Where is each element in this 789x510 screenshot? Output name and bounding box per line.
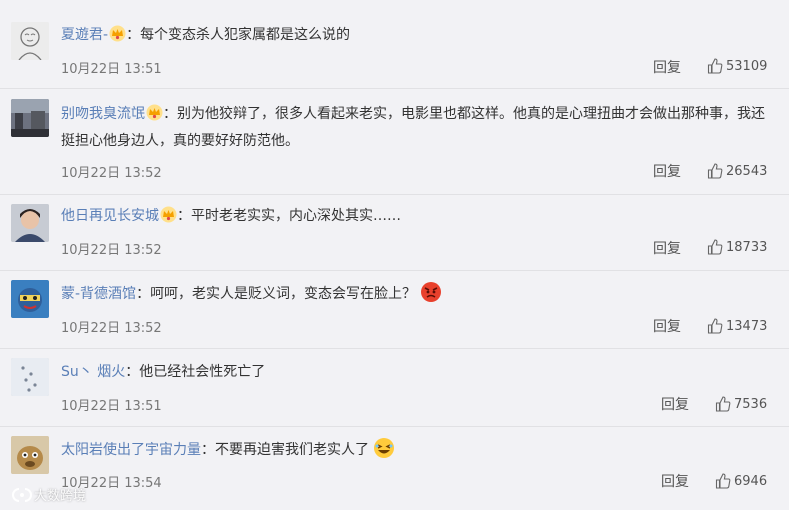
- watermark: 大数跨境: [10, 485, 86, 504]
- like-button[interactable]: 6946: [715, 473, 767, 489]
- crown-badge-icon: [109, 25, 126, 42]
- comment-text: 太阳岩使出了宇宙力量：不要再迫害我们老实人了: [61, 437, 769, 464]
- comment-item: Su丶 烟火：他已经社会性死亡了 10月22日 13:51 回复 7536: [0, 348, 789, 427]
- timestamp: 10月22日 13:51: [61, 62, 162, 77]
- username-link[interactable]: 别吻我臭流氓: [61, 106, 145, 122]
- comment-text: 夏遊君- ：每个变态杀人犯家属都是这么说的: [61, 25, 351, 43]
- crown-badge-icon: [160, 206, 177, 223]
- username-link[interactable]: 蒙-背德酒馆: [61, 286, 136, 302]
- avatar[interactable]: [11, 22, 49, 60]
- like-count: 6946: [734, 473, 768, 489]
- like-button[interactable]: 26543: [707, 163, 767, 179]
- watermark-logo-icon: [12, 487, 32, 502]
- comment-body: 平时老老实实，内心深处其实……: [191, 208, 401, 224]
- crown-badge-icon: [146, 104, 163, 121]
- comment-text: Su丶 烟火：他已经社会性死亡了: [61, 364, 266, 380]
- thumbs-up-icon: [707, 58, 723, 74]
- like-button[interactable]: 7536: [715, 396, 767, 412]
- reply-button[interactable]: 回复: [661, 394, 689, 414]
- angry-face-icon: [421, 282, 442, 302]
- thumbs-up-icon: [715, 473, 731, 489]
- watermark-text: 大数跨境: [34, 489, 87, 504]
- comment-text: 别吻我臭流氓 ：别为他狡辩了，很多人看起来老实，电影里也都这样。他真的是心理扭曲才…: [61, 104, 765, 149]
- reply-button[interactable]: 回复: [653, 316, 681, 336]
- like-button[interactable]: 53109: [707, 58, 767, 74]
- like-button[interactable]: 13473: [707, 318, 767, 334]
- like-count: 26543: [726, 163, 768, 179]
- comment-text: 他日再见长安城 ：平时老老实实，内心深处其实……: [61, 206, 401, 224]
- comment-item: 太阳岩使出了宇宙力量：不要再迫害我们老实人了 10月22日 13:54 回复 6…: [0, 426, 789, 510]
- reply-button[interactable]: 回复: [653, 161, 681, 181]
- reply-button[interactable]: 回复: [653, 57, 681, 77]
- comment-text: 蒙-背德酒馆：呵呵，老实人是贬义词，变态会写在脸上？: [61, 281, 769, 308]
- reply-button[interactable]: 回复: [661, 471, 689, 491]
- laughing-face-icon: [374, 438, 394, 458]
- reply-button[interactable]: 回复: [653, 238, 681, 258]
- thumbs-up-icon: [707, 318, 723, 334]
- username-link[interactable]: 太阳岩使出了宇宙力量: [61, 442, 201, 458]
- comment-body: 每个变态杀人犯家属都是这么说的: [140, 27, 351, 43]
- like-count: 13473: [726, 318, 768, 334]
- like-button[interactable]: 18733: [707, 239, 767, 255]
- timestamp: 10月22日 13:52: [61, 321, 162, 336]
- thumbs-up-icon: [707, 239, 723, 255]
- comment-item: 别吻我臭流氓 ：别为他狡辩了，很多人看起来老实，电影里也都这样。他真的是心理扭曲才…: [0, 88, 789, 195]
- thumbs-up-icon: [707, 163, 723, 179]
- username-link[interactable]: Su丶 烟火: [61, 364, 125, 380]
- avatar[interactable]: [11, 436, 49, 474]
- like-count: 53109: [726, 58, 768, 74]
- avatar[interactable]: [11, 204, 49, 242]
- username-link[interactable]: 夏遊君-: [61, 27, 108, 43]
- like-count: 7536: [734, 396, 768, 412]
- comment-item: 夏遊君- ：每个变态杀人犯家属都是这么说的 10月22日 13:51 回复 531…: [0, 0, 789, 89]
- avatar[interactable]: [11, 280, 49, 318]
- thumbs-up-icon: [715, 396, 731, 412]
- comment-body: 不要再迫害我们老实人了: [215, 442, 369, 458]
- comment-item: 蒙-背德酒馆：呵呵，老实人是贬义词，变态会写在脸上？ 10月22日 13:52 …: [0, 270, 789, 349]
- username-link[interactable]: 他日再见长安城: [61, 208, 159, 224]
- timestamp: 10月22日 13:52: [61, 166, 162, 181]
- avatar[interactable]: [11, 358, 49, 396]
- comment-body: 呵呵，老实人是贬义词，变态会写在脸上？: [150, 286, 417, 302]
- comment-item: 他日再见长安城 ：平时老老实实，内心深处其实…… 10月22日 13:52 回复 …: [0, 194, 789, 271]
- timestamp: 10月22日 13:52: [61, 243, 162, 258]
- like-count: 18733: [726, 239, 768, 255]
- timestamp: 10月22日 13:51: [61, 399, 162, 414]
- comment-body: 他已经社会性死亡了: [139, 364, 266, 380]
- avatar[interactable]: [11, 99, 49, 137]
